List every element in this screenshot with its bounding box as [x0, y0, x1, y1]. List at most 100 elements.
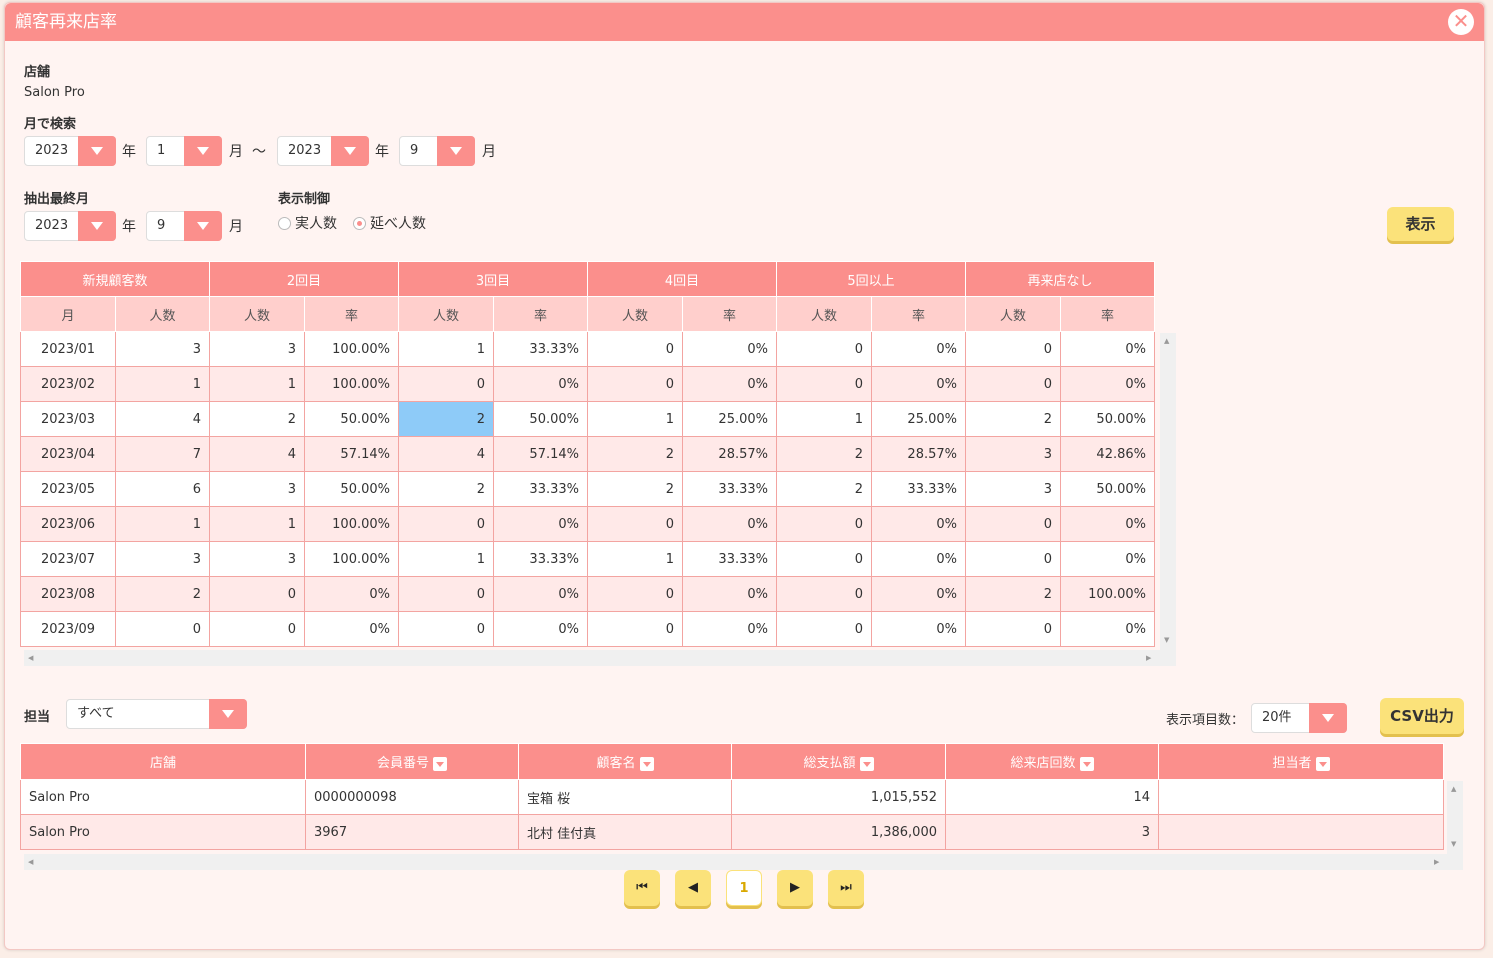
table-cell[interactable]: 0% — [304, 611, 399, 647]
table-cell[interactable]: 0% — [1060, 541, 1155, 577]
table-cell[interactable]: 0% — [871, 576, 966, 612]
table-cell[interactable]: 57.14% — [304, 436, 399, 472]
scroll-right-icon[interactable]: ▶ — [1146, 654, 1151, 662]
scroll-up-icon[interactable]: ▲ — [1164, 337, 1169, 345]
table-cell[interactable]: 33.33% — [493, 541, 588, 577]
table-cell[interactable]: 4 — [115, 401, 210, 437]
table-cell[interactable]: 0% — [682, 506, 777, 542]
extract-month-select[interactable]: 9 — [146, 211, 222, 241]
table-cell[interactable]: 4 — [398, 436, 494, 472]
table-cell[interactable]: 0% — [682, 331, 777, 367]
table-cell[interactable]: 2023/02 — [20, 366, 116, 402]
table-cell[interactable]: 1 — [587, 541, 683, 577]
column-header[interactable]: 総支払額 — [731, 743, 946, 780]
radio-icon[interactable] — [278, 216, 291, 230]
table-cell[interactable]: 1 — [587, 401, 683, 437]
table-cell[interactable]: 3 — [965, 436, 1061, 472]
table-cell[interactable]: 3 — [209, 541, 305, 577]
next-page-icon[interactable]: ▶ — [777, 870, 813, 906]
scroll-left-icon[interactable]: ◀ — [28, 654, 33, 662]
table-cell[interactable]: 33.33% — [682, 471, 777, 507]
table-cell[interactable]: 7 — [115, 436, 210, 472]
chevron-down-icon[interactable] — [331, 136, 369, 166]
table-cell[interactable]: 0% — [871, 541, 966, 577]
table-cell[interactable]: 0% — [1060, 366, 1155, 402]
table-cell[interactable]: 0 — [776, 366, 872, 402]
table-cell[interactable]: 0% — [493, 611, 588, 647]
to-year-select[interactable]: 2023 — [277, 136, 369, 166]
table-cell[interactable]: 100.00% — [1060, 576, 1155, 612]
table-cell[interactable]: 1 — [115, 506, 210, 542]
current-page[interactable]: 1 — [726, 870, 762, 906]
csv-export-button[interactable]: CSV出力 — [1380, 698, 1464, 734]
table-cell[interactable]: 2 — [776, 436, 872, 472]
scroll-up-icon[interactable]: ▲ — [1451, 785, 1456, 793]
table-cell[interactable]: 25.00% — [871, 401, 966, 437]
customer-scrollbar-horizontal[interactable]: ◀ ▶ — [24, 854, 1463, 870]
table-cell[interactable]: 1 — [115, 366, 210, 402]
chevron-down-icon[interactable] — [209, 699, 247, 729]
table-cell[interactable]: 0% — [493, 506, 588, 542]
table-cell[interactable]: 2 — [965, 401, 1061, 437]
table-cell[interactable]: 2023/09 — [20, 611, 116, 647]
chevron-down-icon[interactable] — [78, 136, 116, 166]
table-cell[interactable]: 0 — [398, 366, 494, 402]
table-cell[interactable]: 0 — [398, 611, 494, 647]
table-cell[interactable]: 100.00% — [304, 331, 399, 367]
table-cell[interactable]: 0% — [493, 366, 588, 402]
table-cell[interactable]: 2 — [209, 401, 305, 437]
column-header[interactable]: 担当者 — [1158, 743, 1444, 780]
table-cell[interactable]: 50.00% — [1060, 471, 1155, 507]
table-cell[interactable]: 0 — [776, 541, 872, 577]
table-cell[interactable]: 1 — [776, 401, 872, 437]
table-cell[interactable]: 2 — [115, 576, 210, 612]
table-cell[interactable]: 0 — [965, 541, 1061, 577]
table-scrollbar-vertical[interactable]: ▲ ▼ — [1160, 333, 1176, 650]
table-cell[interactable]: 50.00% — [493, 401, 588, 437]
table-cell[interactable]: 0% — [871, 611, 966, 647]
table-cell[interactable]: 50.00% — [1060, 401, 1155, 437]
scroll-down-icon[interactable]: ▼ — [1451, 840, 1456, 848]
table-cell[interactable]: 0 — [965, 611, 1061, 647]
table-cell[interactable]: 0 — [209, 576, 305, 612]
table-cell[interactable]: 0 — [965, 366, 1061, 402]
table-cell[interactable]: 57.14% — [493, 436, 588, 472]
table-cell[interactable]: 42.86% — [1060, 436, 1155, 472]
chevron-down-icon[interactable] — [184, 211, 222, 241]
customer-scrollbar-vertical[interactable]: ▲ ▼ — [1447, 781, 1463, 854]
show-button[interactable]: 表示 — [1387, 207, 1454, 241]
first-page-icon[interactable]: ⏮ — [624, 870, 660, 906]
table-cell[interactable]: 0% — [871, 331, 966, 367]
table-cell[interactable]: 25.00% — [682, 401, 777, 437]
column-header[interactable]: 会員番号 — [305, 743, 519, 780]
table-cell[interactable]: 0% — [871, 366, 966, 402]
sort-dropdown-icon[interactable] — [433, 756, 447, 771]
table-cell[interactable]: 2 — [398, 401, 494, 437]
table-cell[interactable]: 0 — [776, 576, 872, 612]
table-cell[interactable]: 50.00% — [304, 471, 399, 507]
table-cell[interactable]: 1 — [398, 331, 494, 367]
scroll-left-icon[interactable]: ◀ — [28, 858, 33, 866]
table-cell[interactable]: 0 — [776, 506, 872, 542]
per-page-select[interactable]: 20件 — [1251, 703, 1347, 733]
table-cell[interactable]: 33.33% — [682, 541, 777, 577]
table-cell[interactable]: 33.33% — [871, 471, 966, 507]
table-cell[interactable]: 0 — [398, 576, 494, 612]
table-cell[interactable]: 0 — [776, 611, 872, 647]
sort-dropdown-icon[interactable] — [1315, 756, 1330, 771]
table-cell[interactable]: 33.33% — [493, 331, 588, 367]
table-cell[interactable]: 0 — [115, 611, 210, 647]
table-cell[interactable]: 0 — [965, 506, 1061, 542]
table-cell[interactable]: 2 — [587, 471, 683, 507]
column-header[interactable]: 総来店回数 — [945, 743, 1159, 780]
table-cell[interactable]: 2 — [587, 436, 683, 472]
chevron-down-icon[interactable] — [1309, 703, 1347, 733]
table-cell[interactable]: 2023/06 — [20, 506, 116, 542]
extract-year-select[interactable]: 2023 — [24, 211, 116, 241]
table-cell[interactable]: 0% — [1060, 611, 1155, 647]
chevron-down-icon[interactable] — [78, 211, 116, 241]
table-cell[interactable]: 2 — [776, 471, 872, 507]
table-cell[interactable]: 3 — [209, 471, 305, 507]
table-cell[interactable]: 0% — [871, 506, 966, 542]
table-cell[interactable]: 3 — [965, 471, 1061, 507]
